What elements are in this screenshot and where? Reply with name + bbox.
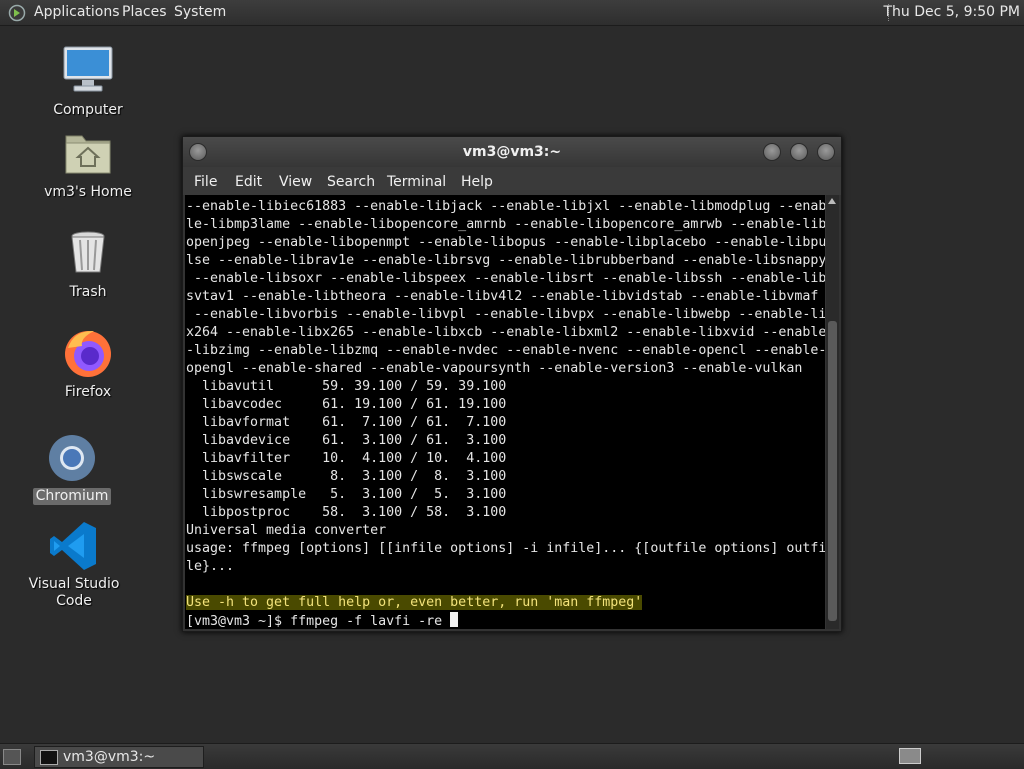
terminal-line: libavcodec 61. 19.100 / 61. 19.100 bbox=[186, 397, 507, 412]
terminal-line: le-libmp3lame --enable-libopencore_amrnb… bbox=[186, 217, 825, 232]
menu-search[interactable]: Search bbox=[327, 174, 375, 190]
clock[interactable]: Thu Dec 5, 9:50 PM bbox=[883, 4, 1020, 21]
terminal-line: libavdevice 61. 3.100 / 61. 3.100 bbox=[186, 433, 507, 448]
desktop-icon-label: vm3's Home bbox=[44, 184, 132, 200]
terminal-line: libpostproc 58. 3.100 / 58. 3.100 bbox=[186, 505, 507, 520]
prompt-line[interactable]: [vm3@vm3 ~]$ ffmpeg -f lavfi -re bbox=[186, 612, 825, 629]
terminal-line: svtav1 --enable-libtheora --enable-libv4… bbox=[186, 289, 819, 304]
applications-menu[interactable]: Applications bbox=[34, 4, 120, 21]
home-folder-icon bbox=[60, 126, 116, 182]
terminal-line: openjpeg --enable-libopenmpt --enable-li… bbox=[186, 235, 825, 250]
terminal-menubar: File Edit View Search Terminal Help bbox=[183, 167, 841, 195]
terminal-line: --enable-libiec61883 --enable-libjack --… bbox=[186, 199, 825, 214]
scrollbar-thumb[interactable] bbox=[828, 321, 837, 621]
desktop-icon-firefox[interactable]: Firefox bbox=[28, 326, 148, 401]
terminal-line: lse --enable-librav1e --enable-librsvg -… bbox=[186, 253, 825, 268]
terminal-line: usage: ffmpeg [options] [[infile options… bbox=[186, 541, 825, 556]
firefox-icon bbox=[60, 326, 116, 382]
terminal-output[interactable]: --enable-libiec61883 --enable-libjack --… bbox=[185, 195, 825, 629]
menu-edit[interactable]: Edit bbox=[235, 174, 262, 190]
desktop-icon-label: Firefox bbox=[64, 384, 112, 400]
terminal-line: libavutil 59. 39.100 / 59. 39.100 bbox=[186, 379, 507, 394]
computer-icon bbox=[60, 44, 116, 100]
scroll-up-icon[interactable] bbox=[828, 198, 836, 204]
terminal-line: libavformat 61. 7.100 / 61. 7.100 bbox=[186, 415, 507, 430]
terminal-line: -libzimg --enable-libzmq --enable-nvdec … bbox=[186, 343, 825, 358]
desktop-icon-computer[interactable]: Computer bbox=[28, 44, 148, 119]
desktop-icon-label: Visual Studio Code bbox=[28, 576, 120, 609]
close-button[interactable] bbox=[817, 143, 835, 161]
chromium-icon bbox=[44, 430, 100, 486]
shell-prompt: [vm3@vm3 ~]$ bbox=[186, 614, 291, 629]
menu-terminal[interactable]: Terminal bbox=[387, 174, 446, 190]
text-cursor bbox=[450, 612, 459, 627]
desktop-icon-vscode[interactable]: Visual Studio Code bbox=[14, 518, 134, 610]
taskbar-item-terminal[interactable]: vm3@vm3:~ bbox=[34, 746, 204, 768]
workspace-switcher[interactable] bbox=[899, 748, 921, 764]
command-input[interactable]: ffmpeg -f lavfi -re bbox=[290, 614, 450, 629]
taskbar-item-label: vm3@vm3:~ bbox=[63, 749, 156, 765]
top-panel: Applications Places System Thu Dec 5, 9:… bbox=[0, 0, 1024, 26]
minimize-button[interactable] bbox=[763, 143, 781, 161]
desktop-icon-label: Trash bbox=[69, 284, 107, 300]
vscode-icon bbox=[46, 518, 102, 574]
menu-file[interactable]: File bbox=[194, 174, 217, 190]
terminal-line: libswscale 8. 3.100 / 8. 3.100 bbox=[186, 469, 507, 484]
menu-help[interactable]: Help bbox=[461, 174, 493, 190]
menu-view[interactable]: View bbox=[279, 174, 312, 190]
terminal-line: le}... bbox=[186, 559, 235, 574]
system-menu[interactable]: System bbox=[174, 4, 226, 21]
window-titlebar[interactable]: vm3@vm3:~ bbox=[183, 137, 841, 167]
desktop-icon-label: Chromium bbox=[32, 488, 112, 505]
terminal-hint-line: Use -h to get full help or, even better,… bbox=[186, 594, 825, 612]
terminal-text: --enable-libiec61883 --enable-libjack --… bbox=[186, 198, 825, 629]
terminal-scrollbar[interactable] bbox=[826, 195, 839, 629]
terminal-line: --enable-libvorbis --enable-libvpl --ena… bbox=[186, 307, 825, 322]
desktop-icon-chromium[interactable]: Chromium bbox=[12, 430, 132, 505]
terminal-line: libavfilter 10. 4.100 / 10. 4.100 bbox=[186, 451, 507, 466]
terminal-line: --enable-libsoxr --enable-libspeex --ena… bbox=[186, 271, 825, 286]
maximize-button[interactable] bbox=[790, 143, 808, 161]
desktop-icon-home[interactable]: vm3's Home bbox=[28, 126, 148, 201]
terminal-line: Universal media converter bbox=[186, 523, 387, 538]
desktop-icon-label: Computer bbox=[53, 102, 123, 118]
show-desktop-icon[interactable] bbox=[3, 749, 21, 765]
terminal-icon bbox=[40, 750, 58, 765]
terminal-window[interactable]: vm3@vm3:~ File Edit View Search Terminal… bbox=[182, 136, 842, 632]
bottom-panel: vm3@vm3:~ bbox=[0, 743, 1024, 769]
trash-icon bbox=[60, 226, 116, 282]
hint-text: Use -h to get full help or, even better,… bbox=[186, 595, 643, 610]
places-menu[interactable]: Places bbox=[122, 4, 167, 21]
window-title: vm3@vm3:~ bbox=[462, 144, 562, 160]
distro-logo-icon[interactable] bbox=[8, 4, 26, 22]
desktop-icon-trash[interactable]: Trash bbox=[28, 226, 148, 301]
terminal-line: libswresample 5. 3.100 / 5. 3.100 bbox=[186, 487, 507, 502]
terminal-line: x264 --enable-libx265 --enable-libxcb --… bbox=[186, 325, 825, 340]
terminal-line: opengl --enable-shared --enable-vapoursy… bbox=[186, 361, 803, 376]
